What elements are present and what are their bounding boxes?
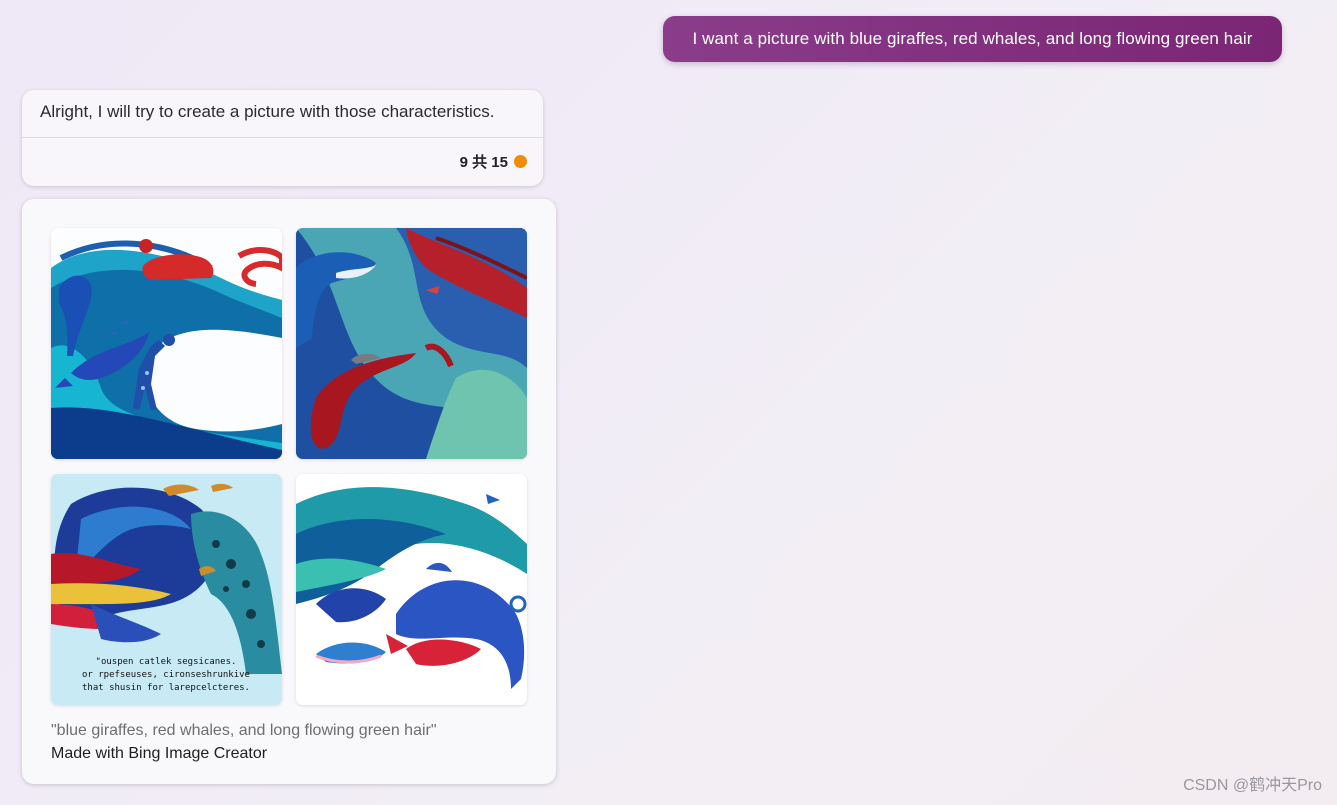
turn-counter: 9 共 15 <box>460 151 527 172</box>
user-message-bubble: I want a picture with blue giraffes, red… <box>663 16 1282 62</box>
turn-status-dot-icon <box>514 155 527 168</box>
bot-message-divider <box>22 137 543 138</box>
generated-image-2[interactable] <box>296 228 527 459</box>
svg-text:"ouspen catlek segsicanes.: "ouspen catlek segsicanes. <box>96 657 237 667</box>
svg-text:that shusin for larepcelcteres: that shusin for larepcelcteres. <box>82 683 250 693</box>
svg-text:or rpefseuses, cironseshrunkiv: or rpefseuses, cironseshrunkive <box>82 670 250 680</box>
turn-counter-text: 9 共 15 <box>459 154 508 171</box>
image-prompt-caption: "blue giraffes, red whales, and long flo… <box>51 722 437 739</box>
image-creator-credit[interactable]: Made with Bing Image Creator <box>51 745 267 763</box>
bot-message-text: Alright, I will try to create a picture … <box>40 102 495 121</box>
watermark: CSDN @鹤冲天Pro <box>1183 777 1322 794</box>
user-message-text: I want a picture with blue giraffes, red… <box>692 29 1253 48</box>
generated-image-3[interactable]: "ouspen catlek segsicanes. or rpefseuses… <box>51 474 282 705</box>
generated-image-4[interactable] <box>296 474 527 705</box>
bot-message-card: Alright, I will try to create a picture … <box>22 90 543 186</box>
image-result-card: "ouspen catlek segsicanes. or rpefseuses… <box>22 199 556 784</box>
generated-image-1[interactable] <box>51 228 282 459</box>
